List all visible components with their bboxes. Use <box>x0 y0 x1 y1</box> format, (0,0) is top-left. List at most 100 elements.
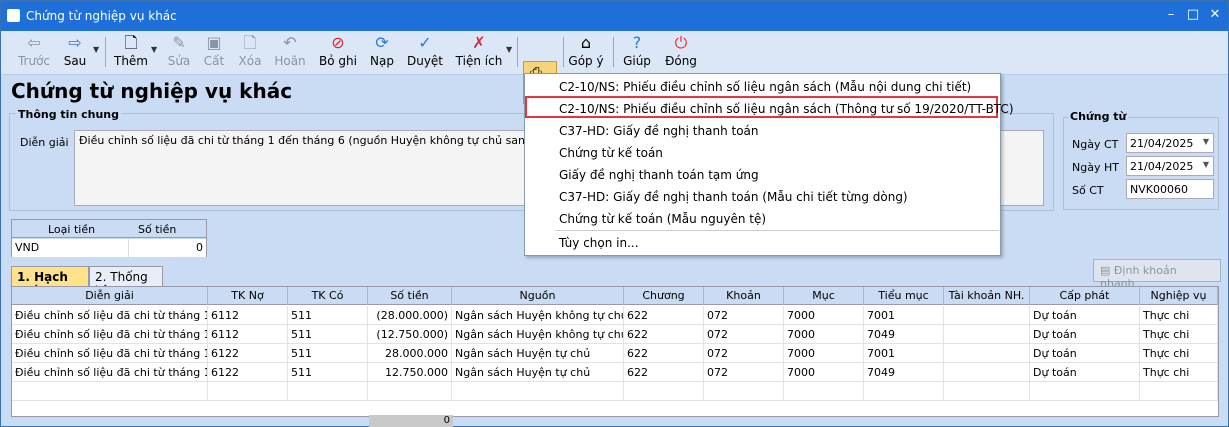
table-row[interactable]: Điều chỉnh số liệu đã chi từ tháng 1... 6… <box>12 306 1218 325</box>
table-cell[interactable]: (28.000.000) <box>368 306 452 325</box>
col-tieu-muc-header[interactable]: Tiểu mục <box>864 287 944 305</box>
quick-entry-button[interactable]: ▤ Định khoản nhanh <box>1093 259 1221 290</box>
col-nghiep-vu-header[interactable]: Nghiệp vụ <box>1140 287 1218 305</box>
tab-thong-ke[interactable]: 2. Thống kê <box>89 266 163 298</box>
table-cell[interactable] <box>12 382 208 401</box>
col-chuong-header[interactable]: Chương <box>624 287 704 305</box>
table-row[interactable]: Điều chỉnh số liệu đã chi từ tháng 1... 6… <box>12 344 1218 363</box>
print-menu-item[interactable]: C37-HD: Giấy đề nghị thanh toán (Mẫu chi… <box>559 186 908 208</box>
undo-button[interactable]: ↶ Hoãn <box>269 33 311 73</box>
utilities-dropdown-icon[interactable]: ▼ <box>506 45 512 54</box>
table-cell[interactable]: 7049 <box>864 363 944 382</box>
table-cell[interactable] <box>208 382 288 401</box>
col-khoan-header[interactable]: Khoản <box>704 287 784 305</box>
col-tk-no-header[interactable]: TK Nợ <box>208 287 288 305</box>
print-menu-item[interactable]: Chứng từ kế toán <box>559 142 663 164</box>
table-cell[interactable]: Ngân sách Huyện tự chủ <box>452 363 624 382</box>
col-muc-header[interactable]: Mục <box>784 287 864 305</box>
table-cell[interactable] <box>452 382 624 401</box>
table-cell[interactable]: 6122 <box>208 344 288 363</box>
col-so-tien-header[interactable]: Số tiền <box>368 287 452 305</box>
col-cap-phat-header[interactable]: Cấp phát <box>1030 287 1140 305</box>
table-cell[interactable]: 622 <box>624 325 704 344</box>
table-cell[interactable]: Ngân sách Huyện không tự chủ <box>452 306 624 325</box>
add-dropdown-icon[interactable]: ▼ <box>151 45 157 54</box>
print-menu-item[interactable]: C37-HD: Giấy đề nghị thanh toán <box>559 120 759 142</box>
table-cell[interactable]: 7000 <box>784 344 864 363</box>
table-cell[interactable]: Dự toán <box>1030 325 1140 344</box>
table-row[interactable] <box>12 382 1218 401</box>
table-cell[interactable]: Điều chỉnh số liệu đã chi từ tháng 1... <box>12 325 208 344</box>
unpost-button[interactable]: ⊘ Bỏ ghi <box>317 33 359 73</box>
back-button[interactable]: ⇦ Trước <box>11 33 57 73</box>
utilities-button[interactable]: ✗ Tiện ích <box>455 33 503 73</box>
table-cell[interactable]: 7049 <box>864 325 944 344</box>
table-cell[interactable] <box>864 382 944 401</box>
table-cell[interactable]: 511 <box>288 363 368 382</box>
minimize-icon[interactable]: – <box>1163 7 1179 23</box>
approve-button[interactable]: ✓ Duyệt <box>405 33 445 73</box>
so-ct-field[interactable]: NVK00060 <box>1126 179 1214 199</box>
table-cell[interactable]: 6122 <box>208 363 288 382</box>
table-cell[interactable]: Điều chỉnh số liệu đã chi từ tháng 1... <box>12 344 208 363</box>
close-button[interactable]: ⏻ Đóng <box>661 33 701 73</box>
table-cell[interactable]: 7001 <box>864 344 944 363</box>
chevron-down-icon[interactable]: ▼ <box>1203 160 1209 169</box>
table-cell[interactable] <box>784 382 864 401</box>
close-window-icon[interactable]: ✕ <box>1207 7 1223 23</box>
table-cell[interactable]: 6112 <box>208 306 288 325</box>
table-cell[interactable] <box>704 382 784 401</box>
print-menu-item[interactable]: Giấy đề nghị thanh toán tạm ứng <box>559 164 759 186</box>
table-cell[interactable]: Thực chi <box>1140 363 1218 382</box>
table-cell[interactable]: 7001 <box>864 306 944 325</box>
table-cell[interactable]: Điều chỉnh số liệu đã chi từ tháng 1... <box>12 306 208 325</box>
print-menu-item[interactable]: Chứng từ kế toán (Mẫu nguyên tệ) <box>559 208 766 230</box>
table-cell[interactable] <box>944 363 1030 382</box>
table-cell[interactable] <box>1140 382 1218 401</box>
table-cell[interactable]: 12.750.000 <box>368 363 452 382</box>
table-cell[interactable] <box>288 382 368 401</box>
table-cell[interactable] <box>944 325 1030 344</box>
table-cell[interactable]: Dự toán <box>1030 344 1140 363</box>
table-cell[interactable]: 511 <box>288 325 368 344</box>
table-cell[interactable]: 072 <box>704 325 784 344</box>
table-cell[interactable] <box>368 382 452 401</box>
help-button[interactable]: ? Giúp <box>619 33 655 73</box>
table-cell[interactable]: 622 <box>624 363 704 382</box>
table-cell[interactable]: 7000 <box>784 325 864 344</box>
table-cell[interactable] <box>1030 382 1140 401</box>
print-menu-item[interactable]: C2-10/NS: Phiếu điều chỉnh số liệu ngân … <box>559 98 1014 120</box>
chevron-down-icon[interactable]: ▼ <box>1203 137 1209 146</box>
next-button[interactable]: ⇨ Sau <box>57 33 93 73</box>
table-cell[interactable]: Thực chi <box>1140 306 1218 325</box>
table-cell[interactable]: 511 <box>288 306 368 325</box>
table-cell[interactable]: Thực chi <box>1140 344 1218 363</box>
ngay-ct-field[interactable]: 21/04/2025 ▼ <box>1126 133 1214 153</box>
table-cell[interactable]: Điều chỉnh số liệu đã chi từ tháng 1... <box>12 363 208 382</box>
table-cell[interactable]: 7000 <box>784 306 864 325</box>
table-cell[interactable]: 28.000.000 <box>368 344 452 363</box>
table-cell[interactable]: Ngân sách Huyện tự chủ <box>452 344 624 363</box>
reload-button[interactable]: ⟳ Nạp <box>365 33 399 73</box>
table-cell[interactable]: Thực chi <box>1140 325 1218 344</box>
col-nguon-header[interactable]: Nguồn <box>452 287 624 305</box>
feedback-button[interactable]: ⌂ Góp ý <box>567 33 605 73</box>
currency-row[interactable]: VND 0 <box>12 239 206 257</box>
table-cell[interactable]: 072 <box>704 363 784 382</box>
table-cell[interactable]: 511 <box>288 344 368 363</box>
delete-button[interactable]: 🗋 Xóa <box>233 33 267 73</box>
table-cell[interactable]: 622 <box>624 344 704 363</box>
table-cell[interactable] <box>944 344 1030 363</box>
print-menu-item[interactable]: C2-10/NS: Phiếu điều chỉnh số liệu ngân … <box>559 76 971 98</box>
col-tk-co-header[interactable]: TK Có <box>288 287 368 305</box>
next-dropdown-icon[interactable]: ▼ <box>93 45 99 54</box>
col-tai-khoan-nh-header[interactable]: Tài khoản NH. <box>944 287 1030 305</box>
edit-button[interactable]: ✎ Sửa <box>163 33 195 73</box>
table-cell[interactable] <box>624 382 704 401</box>
table-cell[interactable]: 7000 <box>784 363 864 382</box>
table-row[interactable]: Điều chỉnh số liệu đã chi từ tháng 1... 6… <box>12 325 1218 344</box>
ngay-ht-field[interactable]: 21/04/2025 ▼ <box>1126 156 1214 176</box>
table-cell[interactable]: Ngân sách Huyện không tự chủ <box>452 325 624 344</box>
table-cell[interactable]: (12.750.000) <box>368 325 452 344</box>
maximize-icon[interactable]: □ <box>1185 7 1201 23</box>
